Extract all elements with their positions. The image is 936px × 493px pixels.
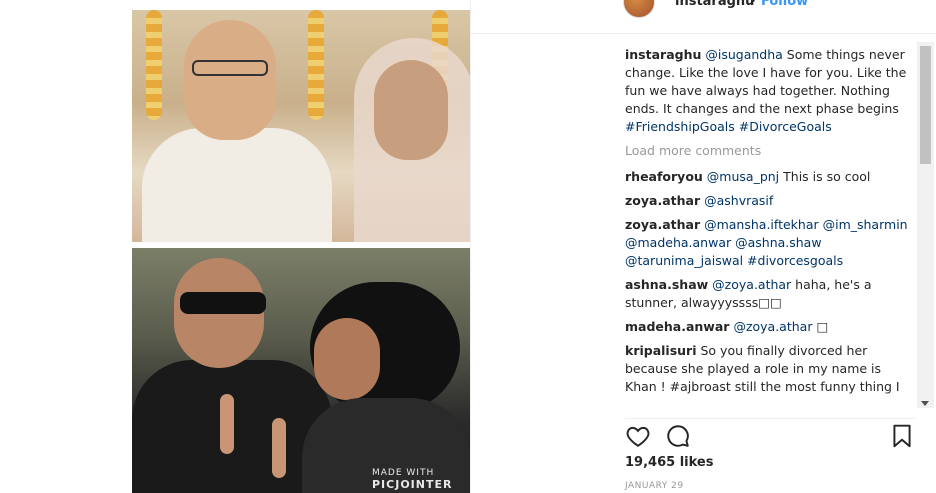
raised-finger — [220, 394, 234, 454]
post-header: instaraghu • Follow — [471, 0, 936, 34]
comment-item: zoya.athar @mansha.iftekhar @im_sharmin … — [625, 216, 915, 270]
comment-item: rheaforyou @musa_pnj This is so cool — [625, 168, 915, 186]
watermark: MADE WITH PICJOINTER — [372, 468, 452, 492]
bookmark-icon[interactable] — [889, 423, 915, 449]
caption-hashtag[interactable]: #DivorceGoals — [739, 119, 832, 134]
scroll-down-arrow-icon[interactable] — [921, 401, 929, 406]
comment-item: madeha.anwar @zoya.athar □ — [625, 318, 915, 336]
flower-garland — [146, 10, 162, 120]
comment-username[interactable]: ashna.shaw — [625, 277, 708, 292]
watermark-line2: PICJOINTER — [372, 478, 453, 491]
load-more-comments-button[interactable]: Load more comments — [625, 142, 915, 160]
comment-mention[interactable]: @zoya.athar — [712, 277, 791, 292]
caption-hashtag[interactable]: #FriendshipGoals — [625, 119, 735, 134]
likes-count[interactable]: 19,465 likes — [625, 455, 713, 470]
caption-username[interactable]: instaraghu — [625, 47, 701, 62]
glasses — [192, 60, 268, 76]
header-username[interactable]: instaraghu — [675, 0, 754, 9]
photo-top-wedding — [132, 10, 470, 242]
comments-list: instaraghu @isugandha Some things never … — [625, 46, 915, 410]
comment-text: This is so cool — [779, 169, 871, 184]
heart-icon[interactable] — [625, 423, 651, 449]
comment-mention[interactable]: @musa_pnj — [707, 169, 779, 184]
post-details-panel: instaraghu • Follow instaraghu @isugandh… — [470, 0, 936, 493]
comment-mention[interactable]: @zoya.athar — [733, 319, 812, 334]
comment-text: □ — [812, 319, 829, 334]
post-date[interactable]: JANUARY 29 — [625, 481, 684, 491]
comment-item: ashna.shaw @zoya.athar haha, he's a stun… — [625, 276, 915, 312]
groom-body — [142, 128, 332, 242]
caption-mention[interactable]: @isugandha — [705, 47, 782, 62]
raised-finger — [272, 418, 286, 478]
caption: instaraghu @isugandha Some things never … — [625, 46, 915, 136]
action-bar — [625, 418, 915, 448]
bride-head — [374, 60, 448, 160]
comment-username[interactable]: kripalisuri — [625, 343, 697, 358]
comments-scrollbar[interactable] — [917, 42, 934, 408]
comment-username[interactable]: zoya.athar — [625, 217, 700, 232]
comment-username[interactable]: madeha.anwar — [625, 319, 729, 334]
post-photo[interactable]: MADE WITH PICJOINTER — [132, 0, 470, 493]
comment-mention[interactable]: @ashvrasif — [704, 193, 773, 208]
groom-head — [184, 20, 276, 140]
flower-garland — [308, 10, 324, 120]
avatar[interactable] — [623, 0, 655, 18]
photo-bottom-friends: MADE WITH PICJOINTER — [132, 248, 470, 493]
header-separator: • — [749, 0, 757, 9]
comment-bubble-icon[interactable] — [665, 423, 691, 449]
comment-item: kripalisuri So you finally divorced her … — [625, 342, 915, 396]
woman-face — [314, 318, 380, 400]
sunglasses — [180, 292, 266, 314]
follow-button[interactable]: Follow — [761, 0, 808, 9]
scrollbar-thumb[interactable] — [920, 46, 931, 164]
page-margin — [0, 0, 132, 493]
comment-item: zoya.athar @ashvrasif — [625, 192, 915, 210]
comment-username[interactable]: zoya.athar — [625, 193, 700, 208]
comment-username[interactable]: rheaforyou — [625, 169, 703, 184]
